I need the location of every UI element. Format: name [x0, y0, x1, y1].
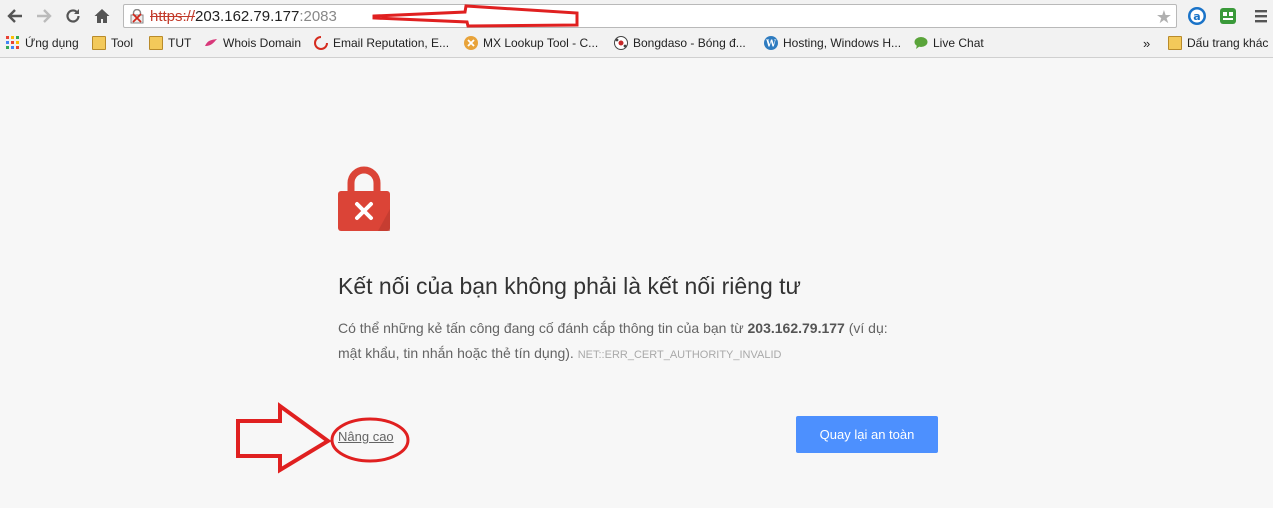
bookmark-label: Whois Domain: [223, 36, 302, 50]
url-text: https://203.162.79.177:2083: [150, 8, 337, 25]
mx-lookup-icon: [464, 36, 478, 50]
extension-robot-icon[interactable]: [1218, 6, 1238, 26]
svg-text:W: W: [765, 40, 777, 50]
description-text: Có thể những kẻ tấn công đang cố đánh cắ…: [338, 320, 748, 336]
address-bar[interactable]: https://203.162.79.177:2083 ★: [123, 4, 1177, 28]
browser-chrome: https://203.162.79.177:2083 ★ a Ứng dụng…: [0, 0, 1273, 58]
arrow-left-icon: [7, 9, 22, 23]
description-host: 203.162.79.177: [747, 320, 845, 336]
reload-button[interactable]: [62, 5, 84, 27]
home-button[interactable]: [91, 5, 113, 27]
bookmark-label: TUT: [168, 36, 192, 50]
bookmarks-overflow-button[interactable]: »: [1143, 36, 1150, 51]
bookmark-label: MX Lookup Tool - C...: [483, 36, 599, 50]
page-title: Kết nối của bạn không phải là kết nối ri…: [338, 273, 801, 299]
svg-text:a: a: [1193, 10, 1200, 23]
bongdaso-icon: [614, 36, 628, 50]
bookmark-label: Live Chat: [933, 36, 984, 50]
arrow-right-icon: [37, 9, 52, 23]
error-lock-icon: [338, 166, 390, 231]
bookmark-label: Hosting, Windows H...: [783, 36, 902, 50]
folder-icon: [92, 36, 106, 50]
error-code: NET::ERR_CERT_AUTHORITY_INVALID: [577, 349, 782, 361]
back-nav-button[interactable]: [4, 5, 26, 27]
folder-icon: [1168, 36, 1182, 50]
error-page: Kết nối của bạn không phải là kết nối ri…: [0, 58, 1273, 508]
url-scheme: https://: [150, 8, 196, 25]
url-port: :2083: [299, 8, 337, 25]
advanced-link[interactable]: Nâng cao: [338, 429, 394, 444]
error-description: Có thể những kẻ tấn công đang cố đánh cắ…: [338, 316, 898, 368]
reload-icon: [66, 9, 80, 23]
whois-icon: [205, 39, 217, 46]
bookmark-label: Email Reputation, E...: [333, 36, 450, 50]
browser-toolbar: https://203.162.79.177:2083 ★ a: [0, 0, 1273, 32]
bookmark-mx-lookup[interactable]: MX Lookup Tool - C...: [464, 36, 598, 50]
chat-icon: [914, 37, 928, 49]
url-host: 203.162.79.177: [195, 8, 300, 25]
bookmark-live-chat[interactable]: Live Chat: [914, 36, 984, 50]
apps-grid-icon: [6, 36, 19, 49]
menu-icon[interactable]: [1251, 6, 1271, 26]
overflow-chevron-icon: »: [1143, 36, 1151, 51]
bookmark-apps[interactable]: Ứng dụng: [6, 36, 79, 50]
bookmarks-bar: Ứng dụng Tool TUT Whois Domain Email Rep…: [0, 32, 1273, 56]
folder-icon: [149, 36, 163, 50]
bookmark-label: Dấu trang khác: [1187, 36, 1269, 50]
insecure-lock-icon: [130, 9, 144, 24]
bookmark-bongdaso[interactable]: Bongdaso - Bóng đ...: [614, 36, 746, 50]
wordpress-icon: W: [764, 36, 778, 50]
bookmark-email-reputation[interactable]: Email Reputation, E...: [314, 36, 449, 50]
bookmark-label: Bongdaso - Bóng đ...: [633, 36, 746, 50]
bookmark-hosting[interactable]: W Hosting, Windows H...: [764, 36, 901, 50]
bookmark-star-icon[interactable]: ★: [1156, 7, 1172, 28]
bookmark-folder-tut[interactable]: TUT: [149, 36, 191, 50]
home-icon: [94, 9, 110, 23]
bookmark-whois[interactable]: Whois Domain: [204, 36, 301, 50]
bookmark-label: Tool: [111, 36, 134, 50]
email-reputation-icon: [314, 36, 328, 50]
forward-nav-button[interactable]: [33, 5, 55, 27]
bookmark-label: Ứng dụng: [25, 36, 79, 50]
bookmark-folder-tool[interactable]: Tool: [92, 36, 133, 50]
bookmark-other-folder[interactable]: Dấu trang khác: [1168, 36, 1268, 50]
extension-a-icon[interactable]: a: [1187, 6, 1207, 26]
back-to-safety-button[interactable]: Quay lại an toàn: [796, 416, 938, 453]
